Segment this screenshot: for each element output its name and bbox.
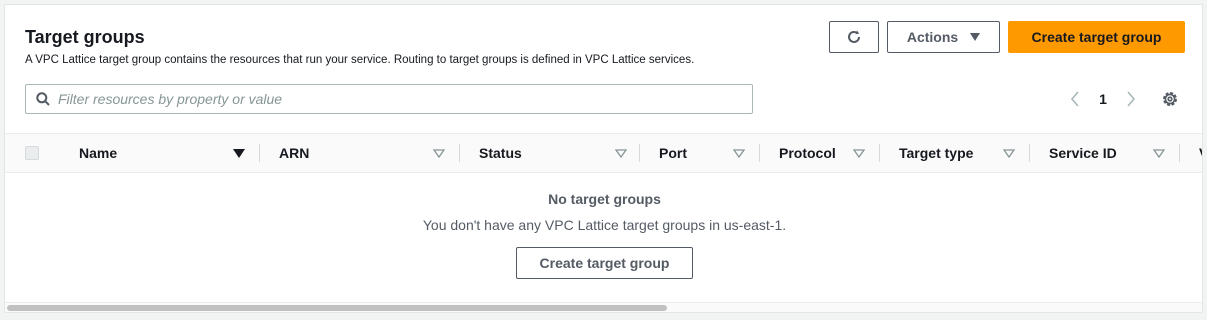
table-header: Name ARN Status Port Protocol Target typ…: [5, 133, 1202, 173]
target-groups-panel: Target groups A VPC Lattice target group…: [4, 4, 1203, 313]
scrollbar-thumb[interactable]: [7, 305, 667, 311]
create-target-group-label: Create target group: [1031, 29, 1162, 45]
column-header-name[interactable]: Name: [79, 134, 249, 172]
column-header-arn[interactable]: ARN: [279, 134, 449, 172]
column-divider[interactable]: [1029, 144, 1030, 162]
actions-button[interactable]: Actions: [887, 21, 1000, 53]
column-divider[interactable]: [1179, 144, 1180, 162]
page-number[interactable]: 1: [1093, 89, 1113, 109]
search-icon: [36, 92, 50, 106]
column-header-service-id[interactable]: Service ID: [1049, 134, 1179, 172]
column-divider[interactable]: [639, 144, 640, 162]
column-divider[interactable]: [879, 144, 880, 162]
chevron-right-icon: [1127, 91, 1136, 107]
filter-input[interactable]: [56, 85, 752, 113]
column-header-target-type[interactable]: Target type: [899, 134, 1029, 172]
caret-down-icon: [970, 33, 981, 41]
page-description: A VPC Lattice target group contains the …: [25, 54, 695, 66]
sort-descending-icon: [233, 149, 245, 158]
sort-icon: [733, 149, 745, 158]
sort-icon: [615, 149, 627, 158]
preferences-button[interactable]: [1160, 89, 1180, 109]
chevron-left-icon: [1070, 91, 1079, 107]
empty-state-message: You don't have any VPC Lattice target gr…: [422, 217, 787, 233]
sort-icon: [1003, 149, 1015, 158]
sort-icon: [853, 149, 865, 158]
column-header-truncated[interactable]: V: [1199, 134, 1202, 172]
gear-icon: [1163, 92, 1177, 106]
refresh-icon: [848, 30, 860, 43]
actions-label: Actions: [906, 29, 959, 45]
empty-state-create-label: Create target group: [539, 255, 670, 271]
empty-state-create-button[interactable]: Create target group: [516, 247, 693, 279]
create-target-group-button[interactable]: Create target group: [1008, 21, 1185, 53]
column-header-protocol[interactable]: Protocol: [779, 134, 879, 172]
column-divider[interactable]: [459, 144, 460, 162]
select-all-checkbox[interactable]: [25, 146, 39, 160]
column-header-status[interactable]: Status: [479, 134, 629, 172]
sort-icon: [433, 149, 445, 158]
column-header-port[interactable]: Port: [659, 134, 759, 172]
refresh-button[interactable]: [829, 21, 879, 53]
next-page-button[interactable]: [1123, 89, 1139, 109]
column-divider[interactable]: [759, 144, 760, 162]
previous-page-button[interactable]: [1067, 89, 1083, 109]
horizontal-scrollbar[interactable]: [5, 302, 1202, 312]
column-divider[interactable]: [259, 144, 260, 162]
sort-icon: [1153, 149, 1165, 158]
page-title: Target groups: [25, 27, 145, 47]
filter-field[interactable]: [25, 84, 753, 114]
empty-state-title: No target groups: [548, 191, 661, 207]
